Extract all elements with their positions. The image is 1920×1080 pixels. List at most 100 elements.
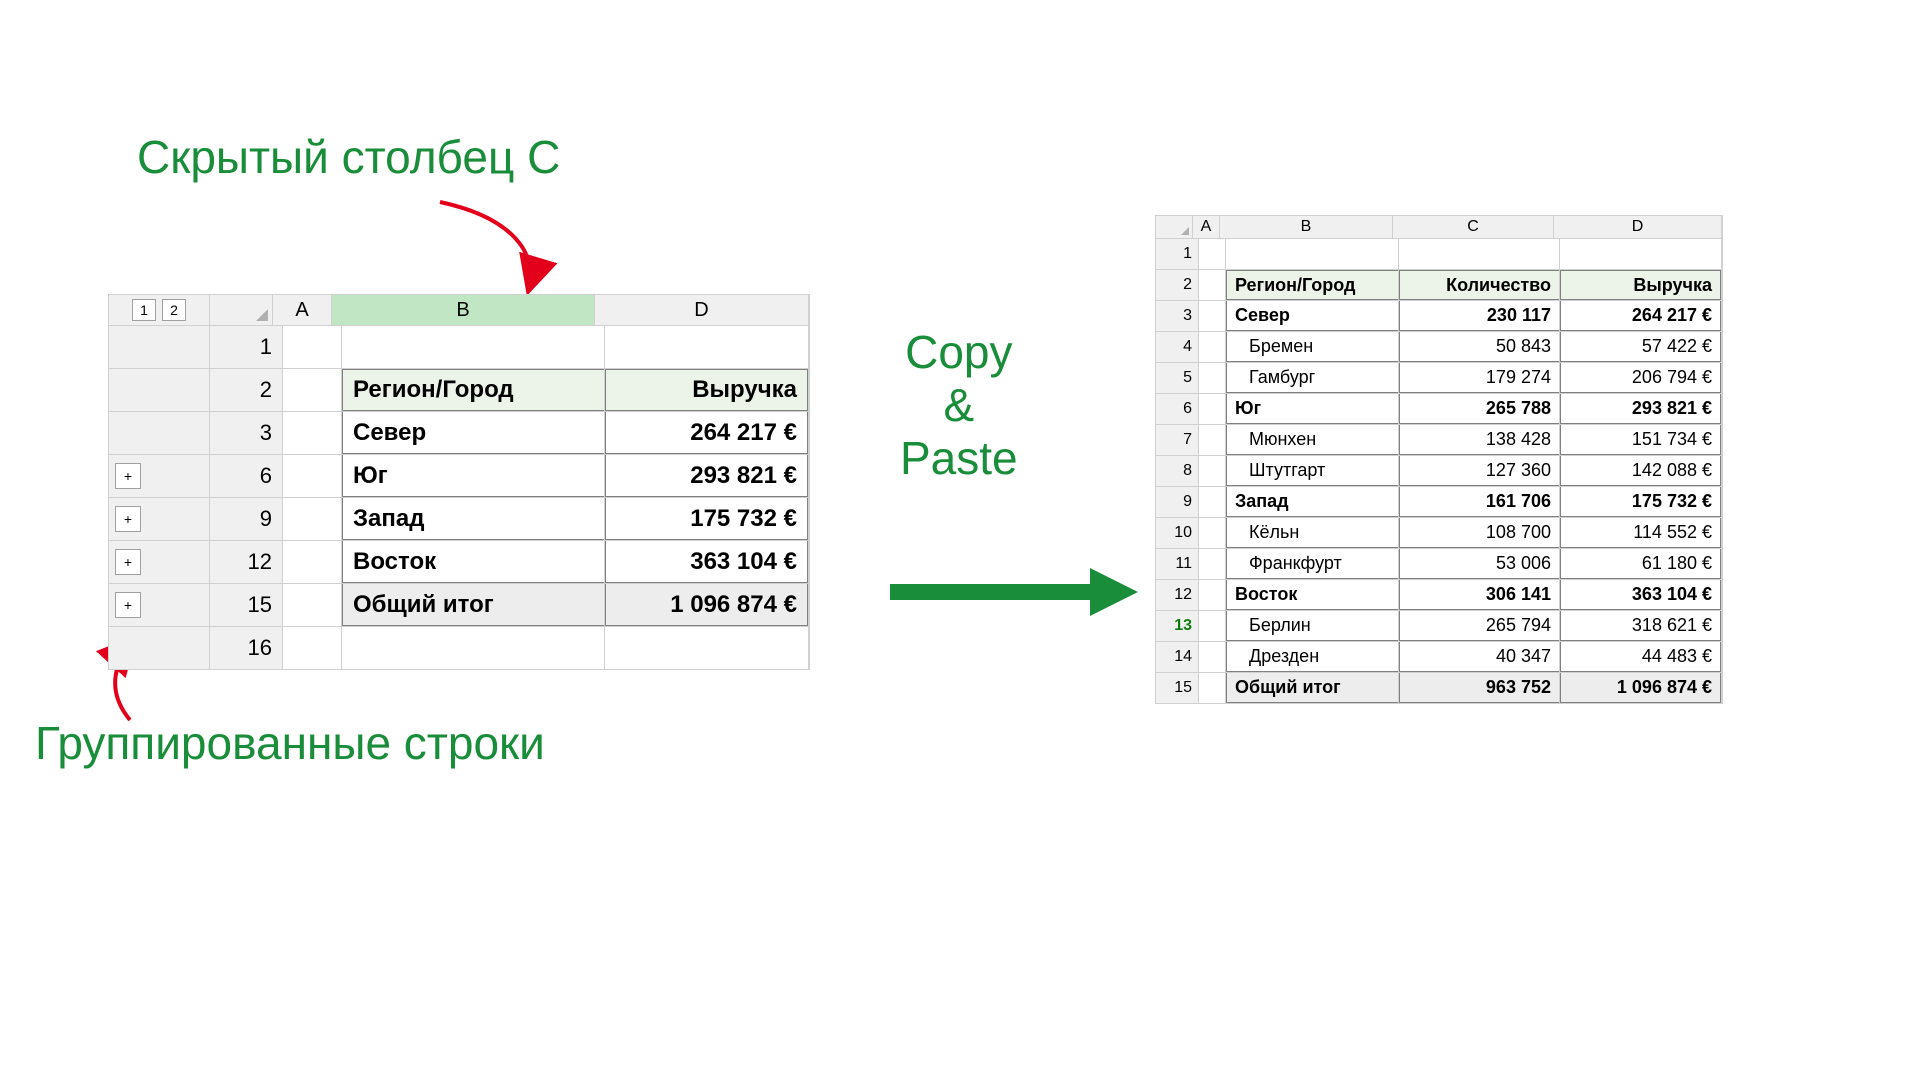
row-number[interactable]: 10 [1156, 518, 1199, 548]
cell: 61 180 € [1560, 549, 1722, 579]
cell: Кёльн [1226, 518, 1399, 548]
cell [1199, 270, 1226, 300]
data-cell: Кёльн [1226, 518, 1398, 548]
column-header-b[interactable]: B [332, 295, 595, 325]
cell [1560, 239, 1722, 269]
cell [1399, 239, 1560, 269]
column-header-b[interactable]: B [1220, 216, 1393, 238]
grid-row: 2Регион/ГородКоличествоВыручка [1156, 270, 1722, 301]
grid-row: 4 Бремен50 84357 422 € [1156, 332, 1722, 363]
row-number[interactable]: 15 [1156, 673, 1199, 703]
grid-row: + 12 Восток 363 104 € [109, 541, 809, 584]
outline-expand-button[interactable]: + [115, 549, 141, 575]
cell [1199, 456, 1226, 486]
cell: 363 104 € [1560, 580, 1722, 610]
cell: 53 006 [1399, 549, 1560, 579]
cell: Берлин [1226, 611, 1399, 641]
cell: Запад [1226, 487, 1399, 517]
column-header-a[interactable]: A [273, 295, 332, 325]
pasted-spreadsheet: A B C D 12Регион/ГородКоличествоВыручка3… [1155, 215, 1723, 704]
outline-expand-button[interactable]: + [115, 592, 141, 618]
cell: 175 732 € [1560, 487, 1722, 517]
total-cell: Общий итог [1226, 673, 1398, 703]
row-number[interactable]: 3 [210, 412, 283, 454]
data-cell: Штутгарт [1226, 456, 1398, 486]
source-spreadsheet: 1 2 A B D 1 2 Регион/Город Выручка 3 [108, 294, 810, 670]
row-number[interactable]: 9 [1156, 487, 1199, 517]
row-number[interactable]: 16 [210, 627, 283, 669]
cell: 264 217 € [1560, 301, 1722, 331]
data-cell: 114 552 € [1560, 518, 1721, 548]
data-cell: Север [1226, 301, 1398, 331]
grid-row: 13Берлин265 794318 621 € [1156, 611, 1722, 642]
cell: 265 788 [1399, 394, 1560, 424]
row-number[interactable]: 15 [210, 584, 283, 626]
data-cell: 363 104 € [1560, 580, 1721, 610]
cell: Франкфурт [1226, 549, 1399, 579]
row-number[interactable]: 6 [1156, 394, 1199, 424]
column-header-a[interactable]: A [1193, 216, 1220, 238]
cell [1199, 549, 1226, 579]
grid-row: 14Дрезден40 34744 483 € [1156, 642, 1722, 673]
row-number[interactable]: 11 [1156, 549, 1199, 579]
region-cell: Запад [342, 498, 604, 540]
column-header-d[interactable]: D [1554, 216, 1722, 238]
grid-row: + 15 Общий итог 1 096 874 € [109, 584, 809, 627]
cell: 306 141 [1399, 580, 1560, 610]
row-number[interactable]: 8 [1156, 456, 1199, 486]
row-number[interactable]: 12 [1156, 580, 1199, 610]
data-cell: 50 843 [1399, 332, 1559, 362]
row-number[interactable]: 13 [1156, 611, 1199, 641]
row-number[interactable]: 5 [1156, 363, 1199, 393]
outline-level-1-button[interactable]: 1 [132, 299, 156, 321]
data-cell: Мюнхен [1226, 425, 1398, 455]
outline-level-2-button[interactable]: 2 [162, 299, 186, 321]
row-number[interactable]: 4 [1156, 332, 1199, 362]
column-header-c[interactable]: C [1393, 216, 1554, 238]
outline-expand-button[interactable]: + [115, 506, 141, 532]
row-number[interactable]: 3 [1156, 301, 1199, 331]
cell: Гамбург [1226, 363, 1399, 393]
cell: Бремен [1226, 332, 1399, 362]
cell: 142 088 € [1560, 456, 1722, 486]
row-number[interactable]: 7 [1156, 425, 1199, 455]
select-all-triangle[interactable] [1156, 216, 1193, 238]
row-number[interactable]: 12 [210, 541, 283, 583]
data-cell: 175 732 € [1560, 487, 1721, 517]
row-number[interactable]: 9 [210, 498, 283, 540]
cell: Штутгарт [1226, 456, 1399, 486]
cell: 206 794 € [1560, 363, 1722, 393]
revenue-cell: 175 732 € [605, 498, 808, 540]
grid-row: 9Запад161 706175 732 € [1156, 487, 1722, 518]
data-cell: 40 347 [1399, 642, 1559, 672]
cell: Север [1226, 301, 1399, 331]
cell: 57 422 € [1560, 332, 1722, 362]
row-number[interactable]: 1 [1156, 239, 1199, 269]
region-cell: Восток [342, 541, 604, 583]
row-number[interactable]: 1 [210, 326, 283, 368]
grid-row: + 6 Юг 293 821 € [109, 455, 809, 498]
data-cell: 53 006 [1399, 549, 1559, 579]
row-number[interactable]: 6 [210, 455, 283, 497]
grid-row: 12Восток306 141363 104 € [1156, 580, 1722, 611]
cell [1199, 301, 1226, 331]
column-header-d[interactable]: D [595, 295, 809, 325]
grid-row: 5 Гамбург179 274206 794 € [1156, 363, 1722, 394]
cell [1226, 239, 1399, 269]
grid-row: 1 [1156, 239, 1722, 270]
row-number[interactable]: 2 [1156, 270, 1199, 300]
row-number[interactable]: 14 [1156, 642, 1199, 672]
grid-row: 11 Франкфурт53 00661 180 € [1156, 549, 1722, 580]
data-cell: 230 117 [1399, 301, 1559, 331]
cell: 108 700 [1399, 518, 1560, 548]
select-all-triangle[interactable] [210, 295, 273, 325]
grid-row: 6Юг265 788293 821 € [1156, 394, 1722, 425]
revenue-cell: 264 217 € [605, 412, 808, 454]
region-cell: Юг [342, 455, 604, 497]
cell: 179 274 [1399, 363, 1560, 393]
row-number[interactable]: 2 [210, 369, 283, 411]
data-cell: 61 180 € [1560, 549, 1721, 579]
total-value: 1 096 874 € [605, 584, 808, 626]
outline-expand-button[interactable]: + [115, 463, 141, 489]
region-cell: Север [342, 412, 604, 454]
